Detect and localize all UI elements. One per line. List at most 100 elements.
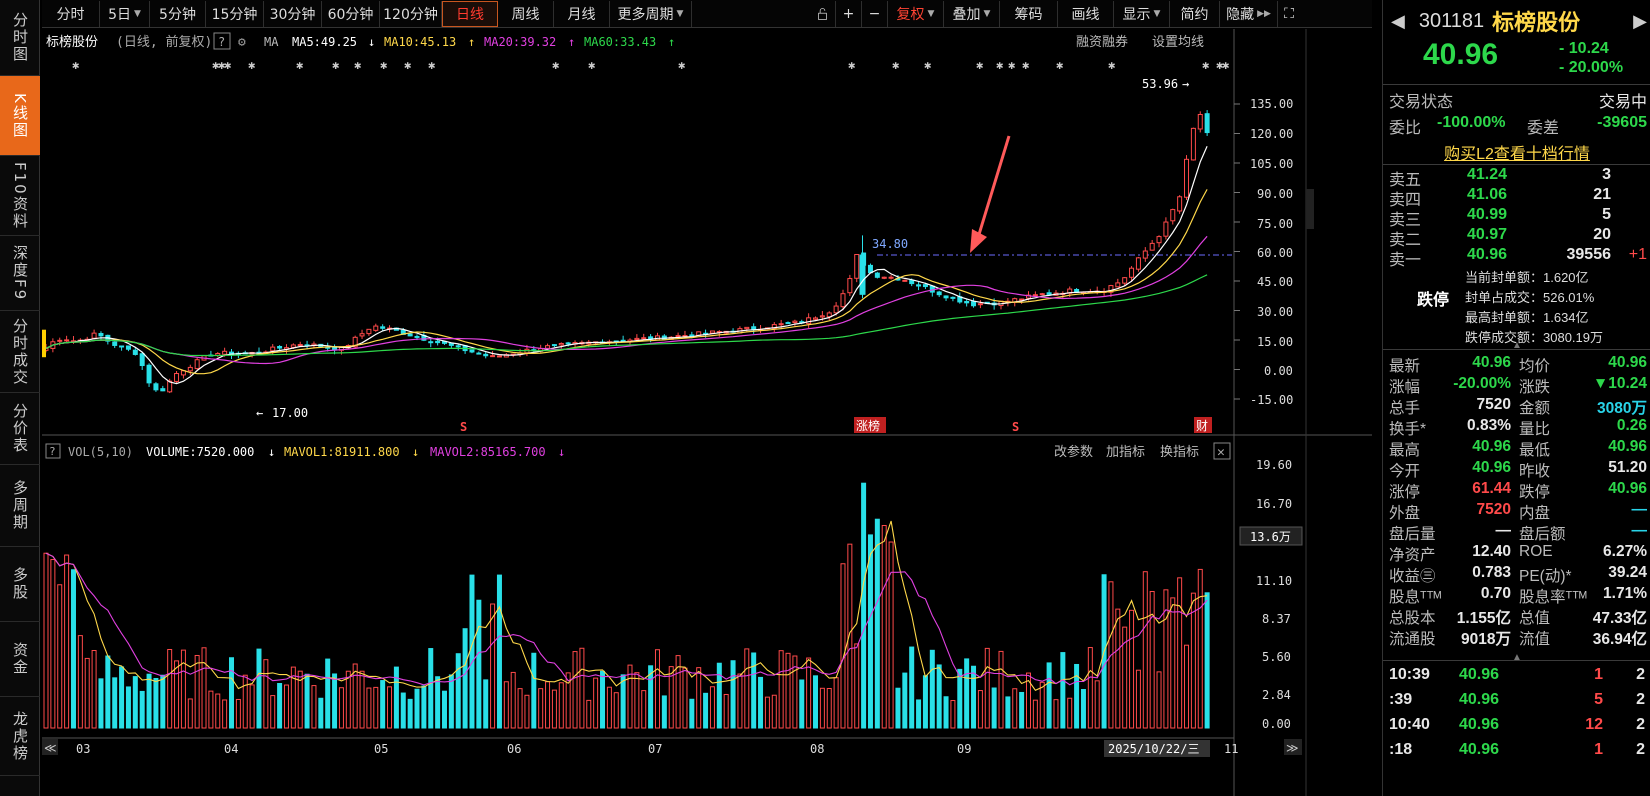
volume-bar [943, 696, 949, 729]
volume-bar [806, 657, 812, 729]
simple-button[interactable]: 简约 [1170, 0, 1220, 27]
seal-box: 跌停 当前封单额：1.620亿 封单占成交：526.01% 最高封单额：1.63… [1383, 268, 1650, 350]
collapse-icon[interactable]: ▲ [1383, 652, 1650, 664]
period-daily[interactable]: 日线 [442, 0, 498, 27]
volume-bar [984, 647, 990, 729]
event-star-icon: ✱ [1056, 58, 1063, 72]
collapse-icon[interactable]: ▲ [1383, 340, 1650, 352]
adjust-button[interactable]: 复权 ▼ [888, 0, 944, 27]
candle-body [359, 333, 365, 337]
ask-price: 40.97 [1467, 226, 1508, 243]
draw-button[interactable]: 画线 [1058, 0, 1114, 27]
edit-params-link[interactable]: 改参数 [1054, 444, 1093, 460]
gear-icon[interactable]: ⚙ [238, 35, 246, 50]
zoom-out-icon[interactable]: − [862, 0, 888, 27]
candle-body [132, 349, 138, 355]
trade-status: 交易中 [1598, 94, 1647, 111]
mavol2-arrow-down-icon: ↓ [558, 445, 565, 459]
event-star-icon: ✱ [354, 58, 361, 72]
candle-body [833, 305, 839, 314]
low-arrow-icon: ← [256, 406, 263, 420]
kline-chart-area[interactable]: 标榜股份 (日线, 前复权) ? ⚙ MA MA5:49.25 ↓ MA10:4… [42, 29, 1372, 796]
next-stock-icon[interactable]: ▶ [1633, 11, 1647, 32]
period-30min[interactable]: 30分钟 [264, 0, 322, 27]
nav-multi-period[interactable]: 多周期 [0, 465, 40, 547]
stat-label: 内盘 [1519, 505, 1551, 522]
volume-bar [600, 670, 606, 729]
volume-bar [455, 653, 461, 729]
prev-stock-icon[interactable]: ◀ [1391, 11, 1405, 32]
period-15min[interactable]: 15分钟 [206, 0, 264, 27]
ask-row: 卖一 40.96 39556 +1 [1383, 246, 1650, 269]
stat-value: — [1631, 501, 1648, 518]
period-5day[interactable]: 5日 ▼ [100, 0, 150, 27]
stats-row: 净资产 12.40 ROE 6.27% [1383, 543, 1650, 564]
volume-bar [854, 643, 860, 729]
hide-button[interactable]: 隐藏 ▶▶ [1220, 0, 1278, 27]
nav-trades[interactable]: 分时成交 [0, 311, 40, 393]
volume-bar [469, 574, 475, 729]
adjust-label: 复权 [896, 6, 925, 23]
l2-link[interactable]: 购买L2查看十档行情 [1444, 146, 1590, 163]
nav-f10[interactable]: F10资料 [0, 156, 40, 236]
last-price: 40.96 [1423, 38, 1499, 71]
period-5min[interactable]: 5分钟 [150, 0, 206, 27]
candle-body [964, 300, 970, 304]
tag-s[interactable]: S [1012, 420, 1019, 434]
period-weekly[interactable]: 周线 [498, 0, 554, 27]
tag-zhangbang[interactable]: 涨榜 [856, 418, 880, 433]
candle-body [943, 295, 949, 299]
set-ma-link[interactable]: 设置均线 [1152, 35, 1204, 50]
chips-button[interactable]: 筹码 [1000, 0, 1058, 27]
tick-time: :18 [1389, 741, 1413, 758]
period-fenshi[interactable]: 分时 [42, 0, 100, 27]
candle-body [1204, 113, 1210, 134]
overlay-button[interactable]: 叠加 ▼ [944, 0, 1000, 27]
candle-body [1170, 209, 1176, 222]
nav-kline[interactable]: K线图 [0, 76, 40, 156]
display-button[interactable]: 显示 ▼ [1114, 0, 1170, 27]
margin-trading-link[interactable]: 融资融券 [1076, 34, 1128, 50]
tag-s[interactable]: S [460, 420, 467, 434]
lock-icon[interactable] [810, 0, 836, 27]
period-60min[interactable]: 60分钟 [322, 0, 380, 27]
stats-row: 最高 40.96 最低 40.96 [1383, 438, 1650, 459]
kline-chart-svg[interactable]: 标榜股份 (日线, 前复权) ? ⚙ MA MA5:49.25 ↓ MA10:4… [42, 29, 1372, 796]
volume-axis: 19.60 16.70 13.6万 11.10 8.37 5.60 2.84 0… [1239, 458, 1303, 731]
nav-depth[interactable]: 深度F9 [0, 236, 40, 311]
weicha-value: -39605 [1597, 114, 1647, 131]
vol-tick: 11.10 [1256, 574, 1292, 588]
stats-row: 流通股 9018万 流值 36.94亿 [1383, 627, 1650, 648]
candle-body [125, 345, 131, 350]
period-more[interactable]: 更多周期 ▼ [610, 0, 692, 27]
ask-vol: 20 [1593, 226, 1611, 243]
candle-body [806, 317, 812, 325]
add-indicator-link[interactable]: 加指标 [1106, 445, 1145, 460]
ask-row: 卖五 41.24 3 [1383, 166, 1650, 189]
switch-indicator-link[interactable]: 换指标 [1160, 445, 1199, 460]
nav-fenshi[interactable]: 分时图 [0, 0, 40, 76]
candle-body [428, 341, 434, 344]
zoom-in-icon[interactable]: + [836, 0, 862, 27]
volume-bar [723, 693, 729, 729]
fullscreen-icon[interactable]: ⛶ [1278, 1, 1300, 27]
nav-price-table[interactable]: 分价表 [0, 393, 40, 465]
candle-body [490, 355, 496, 358]
stock-code: 301181 [1418, 9, 1485, 32]
ask-row: 卖四 41.06 21 [1383, 186, 1650, 209]
scrollbar-handle[interactable] [1306, 189, 1314, 229]
volume-bar [538, 688, 544, 729]
nav-multi-stock[interactable]: 多股 [0, 547, 40, 622]
volume-bar [64, 554, 70, 729]
nav-capital[interactable]: 资金 [0, 622, 40, 697]
stat-label: 均价 [1519, 358, 1551, 375]
period-monthly[interactable]: 月线 [554, 0, 610, 27]
volume-bar [778, 650, 784, 729]
period-120min[interactable]: 120分钟 [380, 0, 442, 27]
volume-bar [1060, 652, 1066, 729]
tag-cai[interactable]: 财 [1196, 419, 1208, 433]
event-star-icon: ✱ [404, 58, 411, 72]
volume-bar [957, 668, 963, 729]
nav-dragon-tiger[interactable]: 龙虎榜 [0, 697, 40, 776]
ma60-line [45, 274, 1208, 357]
